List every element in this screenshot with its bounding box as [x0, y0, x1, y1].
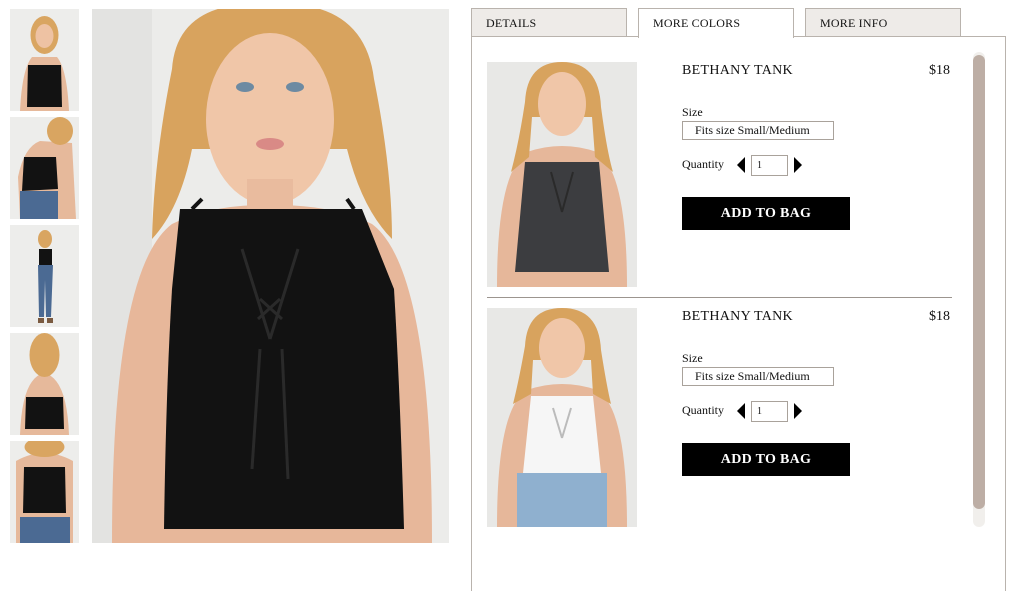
quantity-decrease-icon[interactable]	[737, 403, 745, 419]
product-price: $18	[929, 63, 950, 78]
add-to-bag-button[interactable]: ADD TO BAG	[682, 197, 850, 230]
size-select[interactable]: Fits size Small/Medium	[682, 367, 834, 386]
main-product-image[interactable]	[92, 9, 449, 543]
quantity-label: Quantity	[682, 403, 724, 417]
size-select[interactable]: Fits size Small/Medium	[682, 121, 834, 140]
tab-more-colors[interactable]: MORE COLORS	[638, 8, 794, 38]
tab-more-info[interactable]: MORE INFO	[805, 8, 961, 37]
product-name[interactable]: BETHANY TANK	[682, 63, 793, 79]
product-image-white[interactable]	[487, 308, 637, 527]
quantity-label: Quantity	[682, 157, 724, 171]
tab-details[interactable]: DETAILS	[471, 8, 627, 37]
quantity-decrease-icon[interactable]	[737, 157, 745, 173]
product-name[interactable]: BETHANY TANK	[682, 309, 793, 325]
product-price: $18	[929, 309, 950, 324]
quantity-increase-icon[interactable]	[794, 403, 802, 419]
quantity-increase-icon[interactable]	[794, 157, 802, 173]
quantity-input[interactable]: 1	[751, 401, 788, 422]
quantity-input[interactable]: 1	[751, 155, 788, 176]
size-label: Size	[682, 351, 703, 365]
thumbnail-front[interactable]	[10, 9, 79, 111]
thumbnail-full-body[interactable]	[10, 225, 79, 327]
size-label: Size	[682, 105, 703, 119]
product-divider	[487, 297, 952, 298]
thumbnail-back[interactable]	[10, 333, 79, 435]
add-to-bag-button[interactable]: ADD TO BAG	[682, 443, 850, 476]
product-image-charcoal[interactable]	[487, 62, 637, 287]
thumbnail-side[interactable]	[10, 117, 79, 219]
scrollbar-thumb[interactable]	[973, 55, 985, 509]
thumbnail-detail[interactable]	[10, 441, 79, 543]
